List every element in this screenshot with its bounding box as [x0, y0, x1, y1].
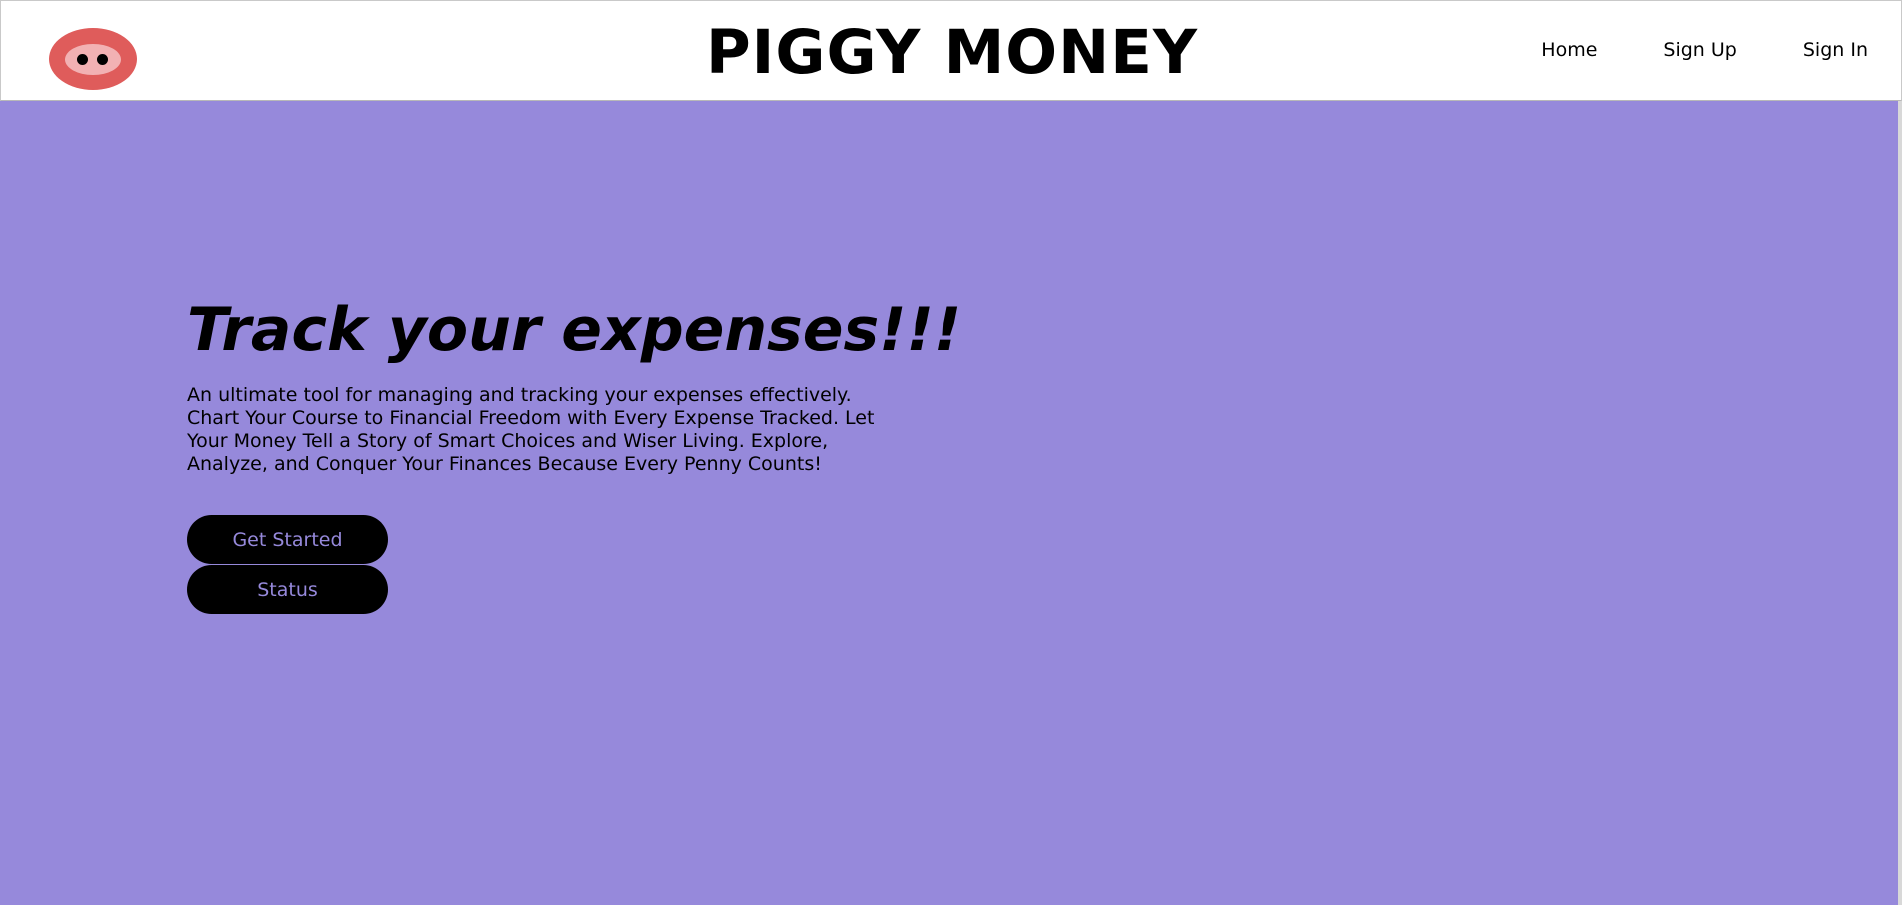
hero-description: An ultimate tool for managing and tracki… [187, 384, 875, 475]
nav-sign-up-link[interactable]: Sign Up [1663, 39, 1736, 61]
nav-sign-in-link[interactable]: Sign In [1803, 39, 1868, 61]
page: PIGGY MONEY Home Sign Up Sign In Track y… [0, 0, 1902, 905]
hero-headline: Track your expenses!!! [187, 295, 962, 365]
main-nav: Home Sign Up Sign In [1541, 39, 1868, 61]
hero-section [0, 101, 1898, 905]
status-button[interactable]: Status [187, 565, 388, 614]
vertical-scrollbar[interactable] [1898, 101, 1902, 905]
get-started-button[interactable]: Get Started [187, 515, 388, 564]
site-header: PIGGY MONEY Home Sign Up Sign In [0, 0, 1902, 101]
nav-home-link[interactable]: Home [1541, 39, 1597, 61]
